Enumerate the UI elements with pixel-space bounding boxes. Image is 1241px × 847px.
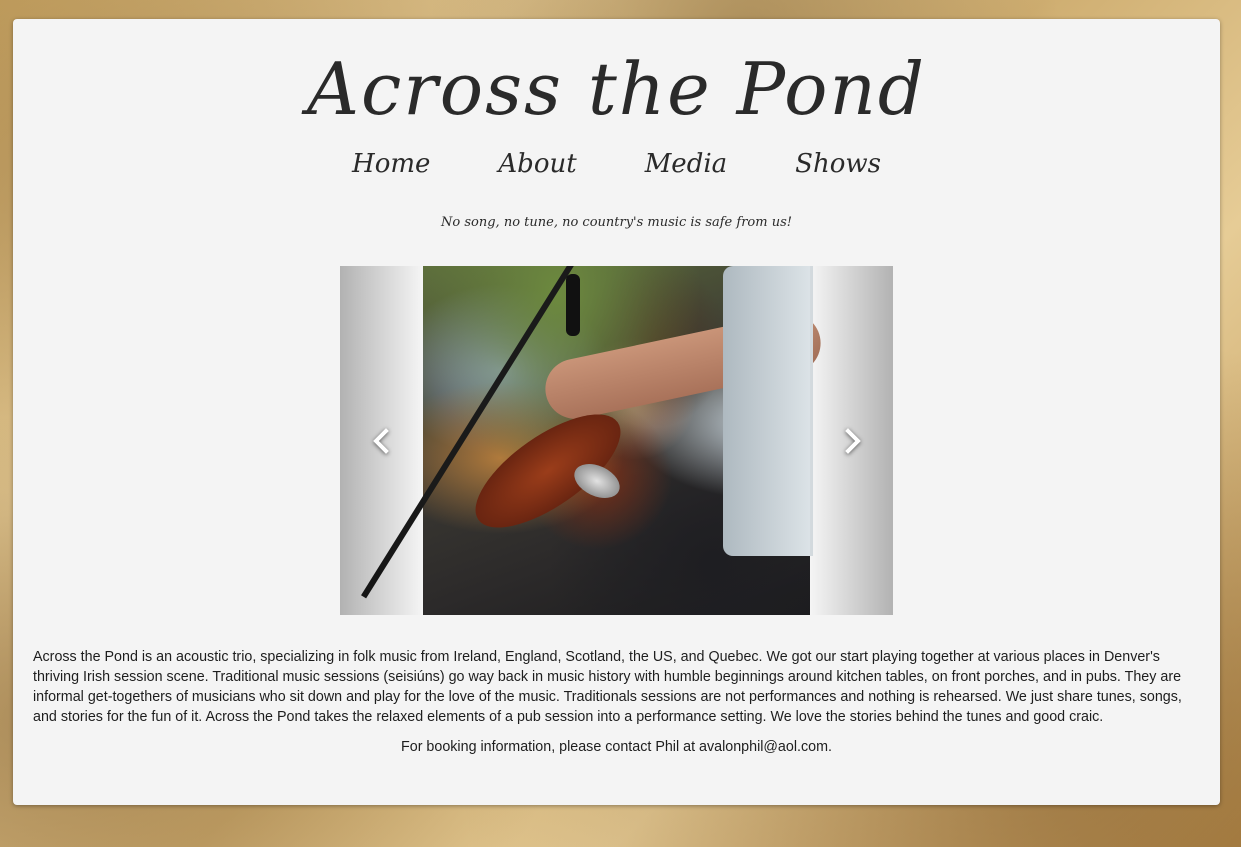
chevron-left-icon <box>368 427 396 455</box>
tagline: No song, no tune, no country's music is … <box>441 215 792 230</box>
about-paragraph: Across the Pond is an acoustic trio, spe… <box>33 649 1182 725</box>
nav-item-home[interactable]: Home <box>352 149 430 179</box>
carousel-photo-musicians <box>361 266 827 615</box>
booking-info: For booking information, please contact … <box>13 737 1220 757</box>
nav-item-shows[interactable]: Shows <box>795 149 881 179</box>
booking-suffix: . <box>828 739 832 755</box>
booking-prefix: For booking information, please contact … <box>401 739 700 755</box>
carousel-next-button[interactable] <box>810 266 893 615</box>
chevron-right-icon <box>838 427 866 455</box>
site-title[interactable]: Across the Pond <box>13 53 1220 125</box>
nav-item-media[interactable]: Media <box>645 149 727 179</box>
carousel-prev-button[interactable] <box>340 266 423 615</box>
nav-item-about[interactable]: About <box>498 149 576 179</box>
photo-microphone <box>566 274 580 336</box>
photo-sleeve <box>723 266 813 556</box>
booking-email-link[interactable]: avalonphil@aol.com <box>699 739 828 755</box>
photo-carousel <box>340 266 893 615</box>
main-panel: Across the Pond Home About Media Shows N… <box>13 19 1220 805</box>
main-nav: Home About Media Shows <box>13 149 1220 179</box>
